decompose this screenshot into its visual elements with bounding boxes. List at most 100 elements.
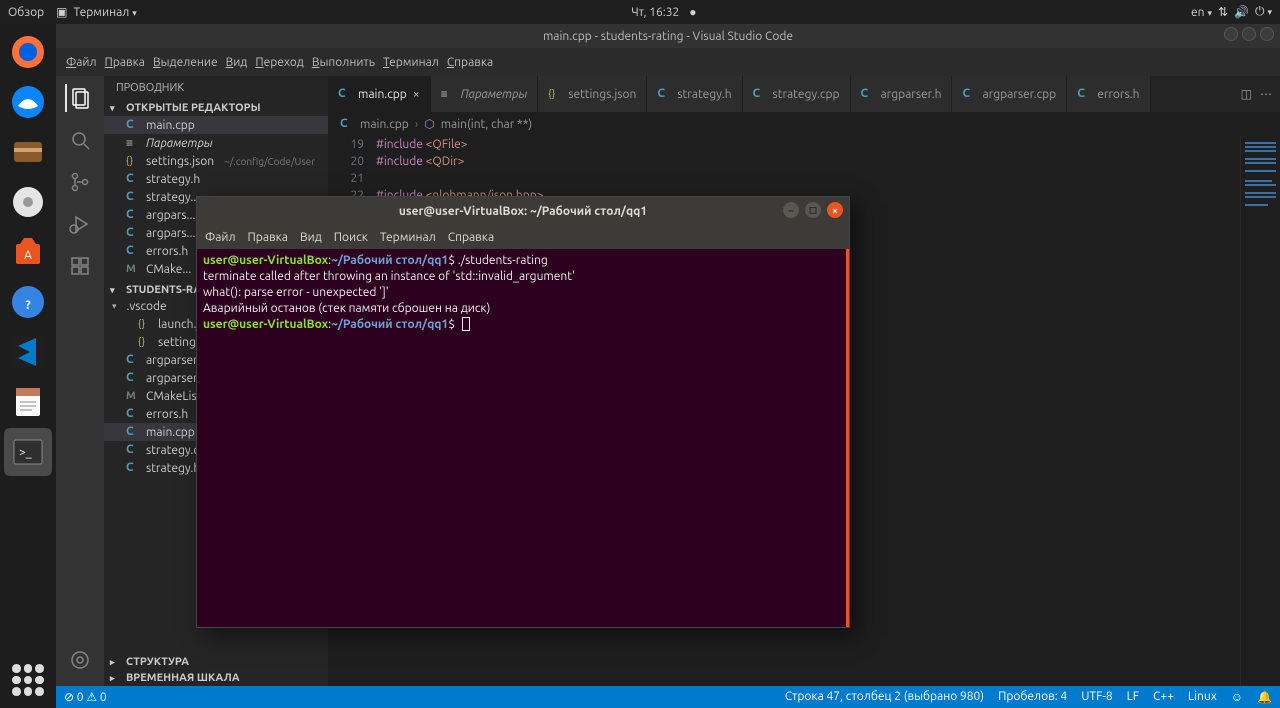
terminal-menu-item[interactable]: Поиск [334, 231, 368, 244]
open-editor-item[interactable]: Параметры [104, 134, 328, 152]
json-icon [138, 317, 152, 331]
c-icon: C [126, 353, 140, 367]
terminal-body[interactable]: user@user-VirtualBox:~/Рабочий стол/qq1$… [197, 249, 849, 627]
svg-text:>_: >_ [19, 446, 32, 459]
status-eol[interactable]: LF [1127, 690, 1139, 704]
status-os[interactable]: Linux [1188, 690, 1217, 704]
terminal-menu-item[interactable]: Вид [300, 231, 322, 244]
dock-software[interactable]: A [4, 228, 52, 276]
terminal-menu-item[interactable]: Правка [248, 231, 288, 244]
c-icon: C [126, 443, 140, 457]
c-icon: C [126, 461, 140, 475]
status-indent[interactable]: Пробелов: 4 [998, 690, 1067, 704]
dock-files[interactable] [4, 128, 52, 176]
activity-scm[interactable] [66, 168, 94, 196]
activity-debug[interactable] [66, 210, 94, 238]
c-icon: C [126, 407, 140, 421]
activities-button[interactable]: Обзор [8, 6, 44, 19]
vsc-maximize[interactable] [1242, 27, 1256, 41]
status-cursor[interactable]: Строка 47, столбец 2 (выбрано 980) [785, 690, 984, 704]
status-feedback-icon[interactable]: ☺ [1231, 690, 1243, 704]
editor-tab[interactable]: Cstrategy.h [647, 76, 742, 112]
dock-help[interactable]: ? [4, 278, 52, 326]
menu-item[interactable]: Правка [105, 56, 145, 69]
show-applications[interactable] [0, 664, 56, 696]
terminal-menu-item[interactable]: Файл [205, 231, 236, 244]
c-icon: C [657, 87, 671, 101]
dock-vscode[interactable] [4, 328, 52, 376]
editor-tab[interactable]: Cerrors.h [1067, 76, 1150, 112]
activity-explorer[interactable] [65, 84, 93, 112]
menu-item[interactable]: Выполнить [312, 56, 375, 69]
menu-item[interactable]: Переход [255, 56, 304, 69]
dock-rhythmbox[interactable] [4, 178, 52, 226]
gnome-terminal-window[interactable]: user@user-VirtualBox: ~/Рабочий стол/qq1… [196, 196, 850, 628]
activity-search[interactable] [66, 126, 94, 154]
timeline-header[interactable]: ВРЕМЕННАЯ ШКАЛА [104, 670, 328, 686]
menu-item[interactable]: Терминал [383, 56, 439, 69]
c-icon: C [753, 87, 767, 101]
status-errors[interactable]: ⊘ 0 ⚠ 0 [64, 690, 107, 704]
close-icon[interactable]: × [413, 88, 420, 101]
outline-header[interactable]: СТРУКТУРА [104, 654, 328, 670]
settings-icon [441, 87, 455, 101]
open-editor-item[interactable]: Cmain.cpp [104, 116, 328, 134]
activity-extensions[interactable] [66, 252, 94, 280]
cmake-icon [126, 262, 140, 276]
network-icon[interactable]: ⇅ [1218, 5, 1228, 19]
os-top-bar: Обзор ▣ Терминал Чт, 16:32● en ⇅ 🔊 ⏻ [0, 0, 1280, 24]
activity-settings[interactable] [66, 646, 94, 674]
c-icon: C [126, 244, 140, 258]
settings-icon [126, 136, 140, 150]
clock[interactable]: Чт, 16:32● [631, 5, 696, 19]
menu-item[interactable]: Вид [226, 56, 248, 69]
symbol-icon: ⬡ [424, 117, 434, 131]
power-icon[interactable]: ⏻ [1255, 5, 1272, 19]
editor-tab[interactable]: Cmain.cpp× [328, 76, 431, 112]
editor-tab[interactable]: Cargparser.h [851, 76, 953, 112]
json-icon [548, 87, 562, 101]
keyboard-layout[interactable]: en [1191, 6, 1212, 19]
terminal-menu-item[interactable]: Терминал [380, 231, 436, 244]
status-bar: ⊘ 0 ⚠ 0 Строка 47, столбец 2 (выбрано 98… [56, 686, 1280, 708]
menu-item[interactable]: Файл [66, 56, 97, 69]
dock-text-editor[interactable] [4, 378, 52, 426]
terminal-maximize[interactable]: ◻ [805, 202, 821, 218]
editor-tab[interactable]: Параметры [431, 76, 539, 112]
vsc-minimize[interactable] [1224, 27, 1238, 41]
open-editor-item[interactable]: Cstrategy.h [104, 170, 328, 188]
menu-item[interactable]: Справка [447, 56, 493, 69]
vscode-menubar[interactable]: Файл Правка Выделение Вид Переход Выполнить Те… [56, 48, 1280, 76]
open-editor-item[interactable]: settings.json~/.config/Code/User [104, 152, 328, 170]
crumb-file[interactable]: main.cpp [360, 118, 409, 131]
terminal-menu-item[interactable]: Справка [448, 231, 494, 244]
dock-terminal[interactable]: >_ [4, 428, 52, 476]
vsc-close[interactable] [1260, 27, 1274, 41]
dock-thunderbird[interactable] [4, 78, 52, 126]
terminal-title-text: user@user-VirtualBox: ~/Рабочий стол/qq1 [399, 205, 647, 218]
svg-text:A: A [24, 249, 32, 262]
editor-tab[interactable]: Cargparser.cpp [952, 76, 1067, 112]
volume-icon[interactable]: 🔊 [1234, 5, 1249, 19]
svg-text:?: ? [25, 299, 30, 312]
breadcrumb[interactable]: C main.cpp › ⬡ main(int, char **) [328, 112, 1280, 136]
terminal-titlebar[interactable]: user@user-VirtualBox: ~/Рабочий стол/qq1… [197, 197, 849, 225]
editor-tab[interactable]: settings.json [538, 76, 647, 112]
minimap[interactable] [1240, 136, 1280, 686]
status-language[interactable]: C++ [1153, 690, 1174, 704]
menu-item[interactable]: Выделение [153, 56, 218, 69]
c-icon: C [126, 226, 140, 240]
crumb-symbol[interactable]: main(int, char **) [441, 118, 533, 131]
active-app-menu[interactable]: ▣ Терминал [56, 5, 137, 19]
ubuntu-dock: A ? >_ [0, 24, 56, 708]
terminal-minimize[interactable]: – [783, 202, 799, 218]
split-editor-icon[interactable]: ◫ [1241, 87, 1252, 101]
terminal-close[interactable]: × [827, 202, 843, 218]
dock-firefox[interactable] [4, 28, 52, 76]
editor-tab[interactable]: Cstrategy.cpp [743, 76, 851, 112]
terminal-menubar[interactable]: Файл Правка Вид Поиск Терминал Справка [197, 225, 849, 249]
open-editors-header[interactable]: ОТКРЫТЫЕ РЕДАКТОРЫ [104, 100, 328, 116]
more-icon[interactable]: ⋯ [1260, 87, 1272, 101]
status-bell-icon[interactable]: 🔔 [1257, 690, 1272, 704]
status-encoding[interactable]: UTF-8 [1081, 690, 1112, 704]
